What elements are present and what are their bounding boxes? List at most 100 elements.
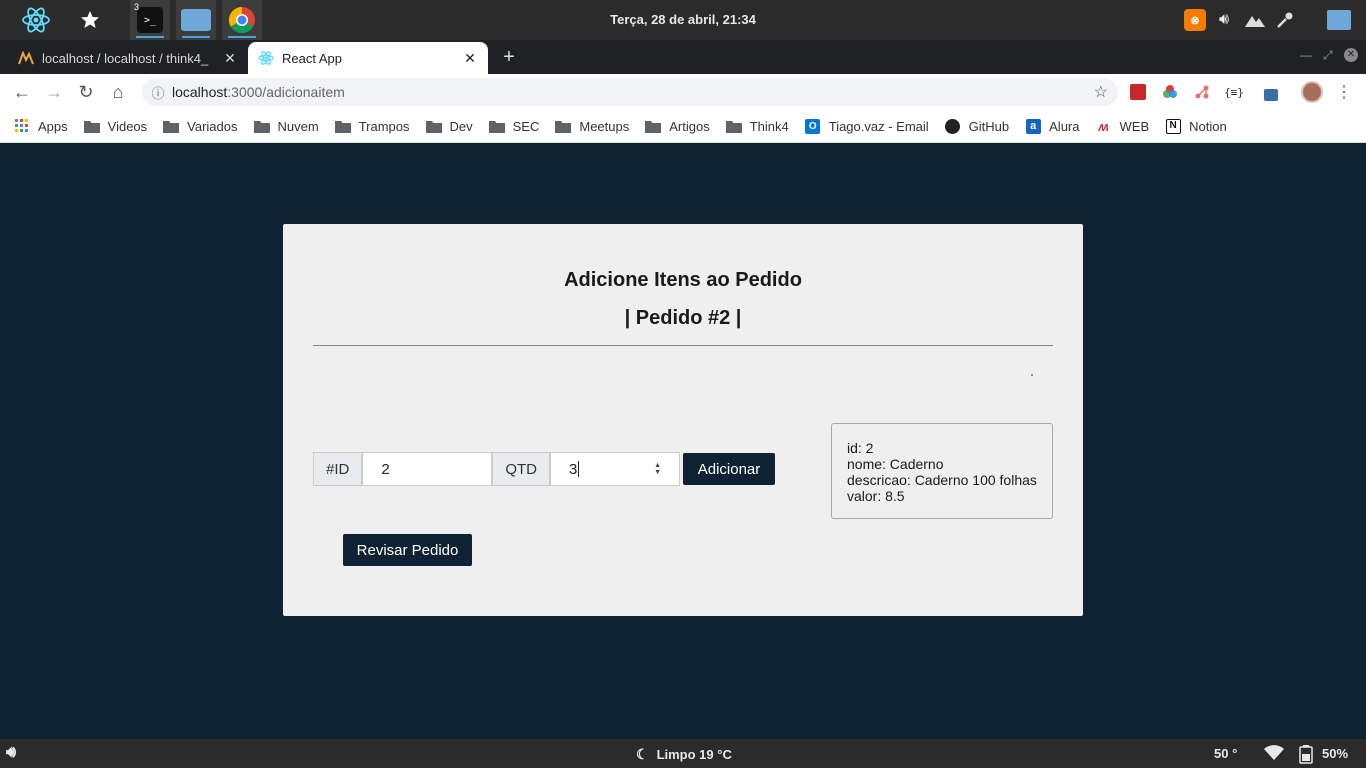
bookmark-web[interactable]: ʍ WEB bbox=[1096, 118, 1150, 134]
bookmark-alura[interactable]: a Alura bbox=[1025, 118, 1080, 134]
web-icon: ʍ bbox=[1098, 118, 1109, 134]
bookmark-sec[interactable]: SEC bbox=[488, 118, 540, 134]
wifi-icon[interactable] bbox=[1263, 744, 1285, 762]
close-window-icon[interactable]: ✕ bbox=[1344, 46, 1358, 62]
url-host: localhost bbox=[172, 84, 228, 100]
stepper-arrows-icon[interactable]: ▲ ▼ bbox=[654, 462, 661, 476]
forward-icon[interactable]: → bbox=[42, 80, 66, 104]
volume-icon[interactable]: 🔊︎ bbox=[1209, 0, 1239, 40]
tab-phpmyadmin[interactable]: localhost / localhost / think4_ ✕ bbox=[8, 42, 248, 74]
add-item-form: #ID 2 QTD 3 ▲ ▼ bbox=[313, 452, 681, 486]
id-label: #ID bbox=[313, 452, 363, 486]
address-bar[interactable]: ⓘ localhost:3000/adicionaitem ☆ bbox=[142, 78, 1118, 106]
tab-react-app[interactable]: React App ✕ bbox=[248, 42, 488, 74]
outlook-icon: O bbox=[805, 118, 821, 134]
close-tab-icon[interactable]: ✕ bbox=[462, 50, 478, 67]
folder-icon bbox=[253, 119, 270, 133]
weather-widget[interactable]: ☾ Limpo 19 °C bbox=[636, 746, 732, 763]
os-top-panel: >_ 3 Terça, 28 de abril, 21:34 ⊗ 🔊︎ bbox=[0, 0, 1366, 40]
files-icon[interactable] bbox=[176, 0, 216, 40]
item-valor: valor: 8.5 bbox=[847, 488, 905, 504]
folder-icon bbox=[555, 119, 572, 133]
page-title: Adicione Itens ao Pedido bbox=[564, 269, 802, 291]
bookmark-label: Notion bbox=[1189, 118, 1227, 134]
bookmark-label: Artigos bbox=[669, 118, 710, 134]
extension-blue-icon[interactable] bbox=[1258, 82, 1278, 102]
bookmark-github[interactable]: GitHub bbox=[945, 118, 1009, 134]
bookmark-apps[interactable]: Apps bbox=[14, 119, 68, 134]
alura-icon: a bbox=[1025, 118, 1041, 134]
order-card: Adicione Itens ao Pedido | Pedido #2 | #… bbox=[283, 224, 1083, 616]
home-icon[interactable]: ⌂ bbox=[106, 80, 130, 104]
weather-text: Limpo 19 °C bbox=[656, 747, 732, 762]
bookmark-label: Dev bbox=[449, 118, 473, 134]
folder-icon bbox=[163, 119, 180, 133]
bookmark-label: Videos bbox=[107, 118, 148, 134]
color-wheel-icon[interactable] bbox=[1160, 82, 1180, 102]
bookmark-label: Trampos bbox=[358, 118, 410, 134]
title-divider bbox=[313, 345, 1053, 346]
id-input[interactable]: 2 bbox=[362, 452, 493, 486]
qtd-value: 3 bbox=[569, 460, 578, 478]
react-favicon-icon bbox=[258, 50, 274, 66]
tab-strip: localhost / localhost / think4_ ✕ React … bbox=[0, 40, 1366, 74]
add-button[interactable]: Adicionar bbox=[683, 453, 775, 485]
profile-avatar[interactable] bbox=[1300, 80, 1324, 104]
review-order-button[interactable]: Revisar Pedido bbox=[343, 534, 472, 566]
reload-icon[interactable]: ↻ bbox=[74, 80, 98, 104]
bookmark-label: Apps bbox=[38, 118, 68, 134]
bookmark-videos[interactable]: Videos bbox=[83, 118, 148, 134]
react-icon[interactable] bbox=[16, 0, 56, 40]
item-id: id: 2 bbox=[847, 440, 874, 456]
tab-title: React App bbox=[282, 50, 342, 66]
sound-icon[interactable]: 🔊︎ bbox=[6, 744, 16, 762]
battery-icon[interactable] bbox=[1298, 744, 1314, 764]
close-tab-icon[interactable]: ✕ bbox=[222, 50, 238, 67]
decorative-dot bbox=[1031, 374, 1033, 376]
battery-percent: 50% bbox=[1322, 746, 1349, 761]
back-icon[interactable]: ← bbox=[10, 80, 34, 104]
notion-icon: N bbox=[1165, 118, 1181, 134]
bookmark-email[interactable]: O Tiago.vaz - Email bbox=[805, 118, 929, 134]
github-icon bbox=[945, 118, 961, 134]
color-picker-icon[interactable] bbox=[1270, 0, 1300, 40]
bookmark-dev[interactable]: Dev bbox=[425, 118, 473, 134]
folder-icon bbox=[334, 119, 351, 133]
bookmark-notion[interactable]: N Notion bbox=[1165, 118, 1227, 134]
bookmark-meetups[interactable]: Meetups bbox=[555, 119, 629, 134]
maximize-icon[interactable]: ⤢ bbox=[1323, 48, 1333, 63]
extension-nodes-icon[interactable] bbox=[1192, 82, 1212, 102]
bookmark-variados[interactable]: Variados bbox=[163, 118, 238, 134]
bookmark-trampos[interactable]: Trampos bbox=[334, 118, 410, 134]
show-desktop-icon[interactable] bbox=[1324, 0, 1354, 40]
bookmark-star-icon[interactable]: ☆ bbox=[1094, 82, 1108, 102]
extension-red-icon[interactable] bbox=[1128, 82, 1148, 102]
bookmark-label: WEB bbox=[1119, 118, 1150, 134]
bookmark-nuvem[interactable]: Nuvem bbox=[253, 119, 319, 134]
minimize-icon[interactable]: — bbox=[1300, 48, 1312, 62]
bookmark-artigos[interactable]: Artigos bbox=[645, 118, 710, 134]
folder-icon bbox=[725, 119, 742, 133]
info-icon[interactable]: ⓘ bbox=[144, 83, 172, 102]
chrome-icon[interactable] bbox=[222, 0, 262, 40]
bookmark-think4[interactable]: Think4 bbox=[725, 118, 789, 134]
bookmark-label: Think4 bbox=[749, 118, 789, 134]
folder-icon bbox=[645, 119, 662, 133]
bookmark-label: SEC bbox=[512, 118, 540, 134]
bookmark-label: Variados bbox=[187, 118, 238, 134]
order-subtitle: | Pedido #2 | bbox=[624, 307, 742, 329]
menu-kebab-icon[interactable]: ⋮ bbox=[1334, 82, 1354, 102]
mountain-icon[interactable] bbox=[1240, 0, 1270, 40]
qtd-label: QTD bbox=[492, 452, 551, 486]
terminal-icon[interactable]: >_ 3 bbox=[130, 0, 170, 40]
favorites-star-icon[interactable] bbox=[70, 0, 110, 40]
bookmark-label: Tiago.vaz - Email bbox=[828, 118, 929, 134]
xampp-icon[interactable]: ⊗ bbox=[1180, 0, 1210, 40]
text-cursor bbox=[578, 461, 580, 477]
qtd-input[interactable]: 3 ▲ ▼ bbox=[550, 452, 681, 486]
folder-icon bbox=[425, 119, 442, 133]
os-bottom-panel: 🔊︎ ☾ Limpo 19 °C 50 ° 50% bbox=[0, 739, 1366, 768]
json-viewer-icon[interactable]: {≡} bbox=[1224, 82, 1244, 102]
folder-icon bbox=[83, 119, 100, 133]
new-tab-button[interactable]: + bbox=[498, 46, 520, 68]
